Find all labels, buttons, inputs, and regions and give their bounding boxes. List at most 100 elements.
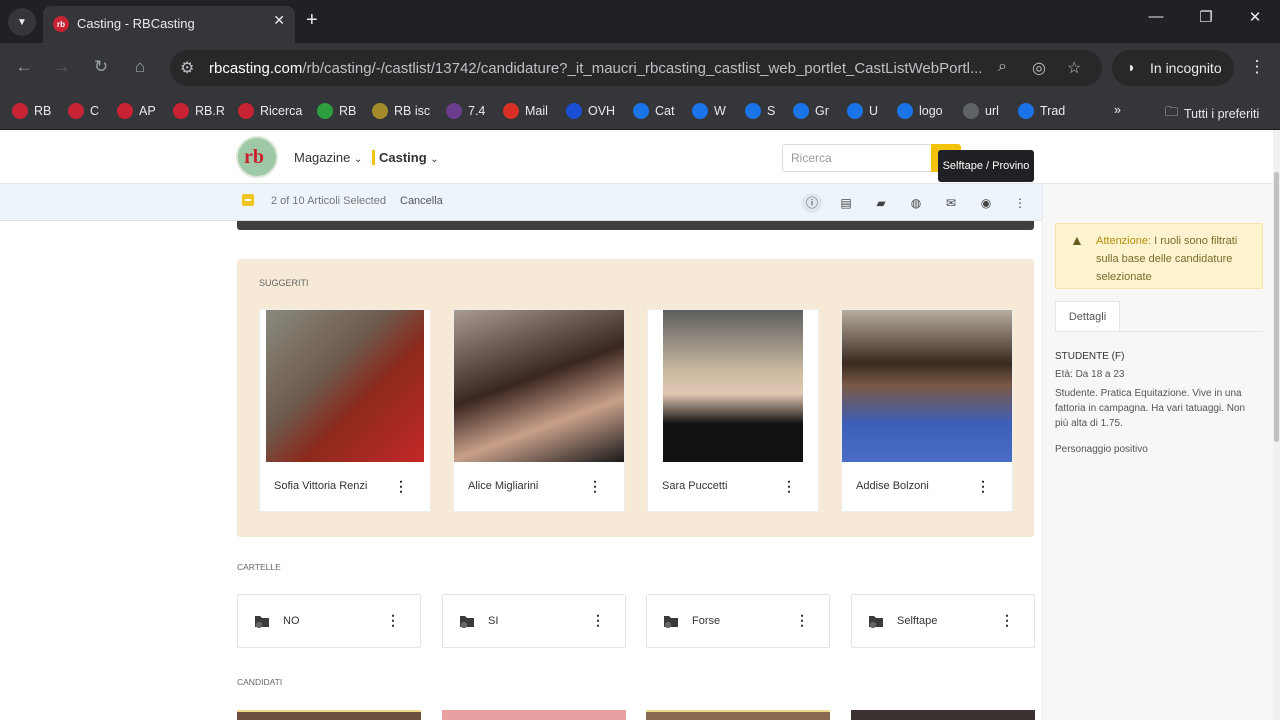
incognito-button[interactable]: ◑ In incognito [1112,50,1234,86]
folder-name: SI [488,615,499,627]
card-menu-icon[interactable]: ⋮ [394,478,408,495]
window-close-icon[interactable]: ✕ [1235,8,1275,26]
browser-menu-icon[interactable]: ⋮ [1245,57,1269,77]
incognito-label: In incognito [1150,60,1222,76]
bookmark-item[interactable]: 7.4 [446,103,485,119]
info-icon[interactable]: ⓘ [802,193,822,213]
actor-photo [663,310,803,462]
tab-close-icon[interactable]: ✕ [273,12,285,29]
bookmark-item[interactable]: Cat [633,103,674,119]
bookmark-item[interactable]: S [745,103,775,119]
suggested-card[interactable]: Alice Migliarini ⋮ [453,309,625,512]
zoom-search-icon[interactable]: ⌕ [998,58,1007,76]
folder-move-icon[interactable]: ▰ [871,193,891,213]
bookmark-favicon-icon [117,103,133,119]
bookmark-favicon-icon [372,103,388,119]
url-text[interactable]: rbcasting.com/rb/casting/-/castlist/1374… [209,60,982,77]
bookmark-item[interactable]: C [68,103,99,119]
role-note: Personaggio positivo [1055,444,1148,455]
forward-arrow-icon[interactable]: → [50,57,74,77]
incognito-icon: ◑ [1126,59,1135,75]
bookmark-item[interactable]: Mail [503,103,548,119]
bookmark-favicon-icon [317,103,333,119]
site-info-icon[interactable]: ⚙ [180,58,194,78]
bookmark-item[interactable]: Gr [793,103,829,119]
card-menu-icon[interactable]: ⋮ [976,478,990,495]
bookmark-favicon-icon [503,103,519,119]
folder-icon [255,616,269,628]
folder-icon [869,616,883,628]
folder-menu-icon[interactable]: ⋮ [1000,612,1014,629]
card-menu-icon[interactable]: ⋮ [588,478,602,495]
mail-icon[interactable]: ✉ [941,193,961,213]
page-scrollbar[interactable] [1273,130,1280,720]
selftape-icon[interactable]: ◉ [976,193,996,213]
folder-menu-icon[interactable]: ⋮ [386,612,400,629]
bookmark-item[interactable]: logo [897,103,943,119]
eye-off-icon[interactable]: ◎ [1032,58,1046,78]
bookmark-favicon-icon [68,103,84,119]
bookmark-item[interactable]: RB [317,103,356,119]
clipboard-icon[interactable]: ▤ [836,193,856,213]
tab-search-button[interactable]: ▼ [8,8,36,36]
new-tab-button[interactable]: + [306,9,318,32]
bookmark-item[interactable]: Ricerca [238,103,302,119]
bookmark-item[interactable]: RB isc [372,103,430,119]
bookmark-star-icon[interactable]: ☆ [1067,58,1081,78]
warning-icon: ▲ [1070,232,1084,248]
folder-card-si[interactable]: SI ⋮ [442,594,626,648]
candidate-card[interactable] [237,710,421,720]
tab-details[interactable]: Dettagli [1055,301,1120,331]
bookmark-item[interactable]: url [963,103,999,119]
selection-count: 2 of 10 Articoli Selected [271,195,386,207]
suggested-label: SUGGERITI [259,278,309,288]
bookmark-item[interactable]: U [847,103,878,119]
folder-card-forse[interactable]: Forse ⋮ [646,594,830,648]
candidate-card[interactable] [851,710,1035,720]
folder-card-no[interactable]: NO ⋮ [237,594,421,648]
more-bookmarks-icon[interactable]: » [1114,103,1121,117]
folder-menu-icon[interactable]: ⋮ [591,612,605,629]
back-arrow-icon[interactable]: ← [12,57,36,77]
bookmark-item[interactable]: OVH [566,103,615,119]
suggested-card[interactable]: Sofia Vittoria Renzi ⋮ [259,309,431,512]
actor-name: Alice Migliarini [468,480,539,492]
globe-icon[interactable]: ◍ [906,193,926,213]
bookmark-favicon-icon [633,103,649,119]
bookmark-favicon-icon [12,103,28,119]
site-logo[interactable]: rb [236,136,278,178]
chevron-down-icon: ⌄ [354,154,363,165]
bookmark-favicon-icon [793,103,809,119]
select-all-checkbox[interactable] [242,194,254,206]
page-content: rb Magazine ⌄ Casting ⌄ Ricerca Selftape… [0,130,1280,720]
bookmark-favicon-icon [1018,103,1034,119]
all-bookmarks-button[interactable]: 🗀 Tutti i preferiti [1165,103,1259,125]
bookmark-item[interactable]: W [692,103,726,119]
chevron-down-icon: ▼ [17,16,27,28]
candidate-card[interactable] [646,710,830,720]
address-bar[interactable]: ⚙ rbcasting.com/rb/casting/-/castlist/13… [170,50,1102,86]
cancel-selection-button[interactable]: Cancella [400,195,443,207]
home-icon[interactable]: ⌂ [128,57,152,77]
candidate-card[interactable] [442,710,626,720]
more-actions-icon[interactable]: ⋮ [1010,193,1030,213]
nav-casting[interactable]: Casting ⌄ [372,150,439,165]
bookmark-item[interactable]: RB.R [173,103,225,119]
nav-magazine[interactable]: Magazine ⌄ [294,150,362,165]
bookmark-favicon-icon [566,103,582,119]
bookmark-item[interactable]: RB [12,103,51,119]
bookmark-item[interactable]: Trad [1018,103,1065,119]
suggested-card[interactable]: Addise Bolzoni ⋮ [841,309,1013,512]
browser-toolbar: ← → ↻ ⌂ ⚙ rbcasting.com/rb/casting/-/cas… [0,43,1280,93]
maximize-icon[interactable]: ❐ [1186,8,1226,26]
folder-card-selftape[interactable]: Selftape ⋮ [851,594,1035,648]
active-tab[interactable]: rb Casting - RBCasting ✕ [43,6,295,43]
folder-menu-icon[interactable]: ⋮ [795,612,809,629]
suggested-card[interactable]: Sara Puccetti ⋮ [647,309,819,512]
bookmark-item[interactable]: AP [117,103,156,119]
minimize-icon[interactable]: — [1136,8,1176,25]
scrollbar-thumb[interactable] [1274,172,1279,442]
search-input[interactable]: Ricerca [782,144,932,172]
reload-icon[interactable]: ↻ [89,57,113,77]
card-menu-icon[interactable]: ⋮ [782,478,796,495]
